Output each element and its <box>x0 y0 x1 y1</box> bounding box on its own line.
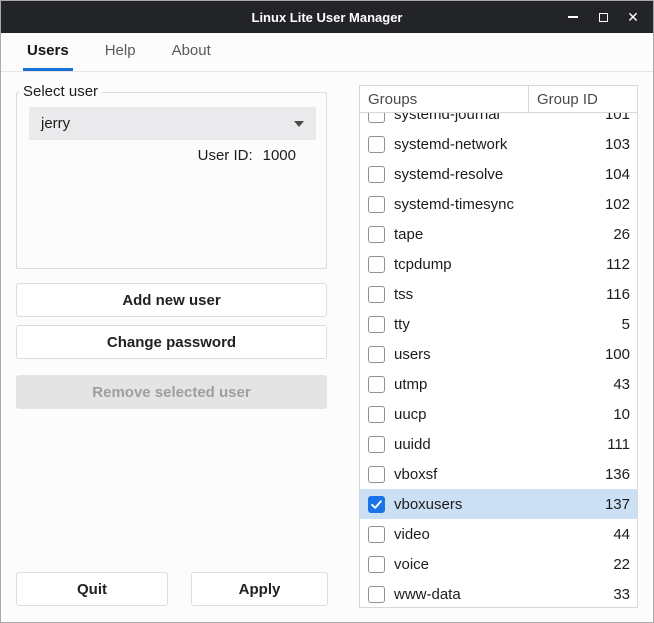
titlebar: Linux Lite User Manager ✕ <box>1 1 653 33</box>
group-name: systemd-timesync <box>394 196 587 213</box>
table-row[interactable]: tss116 <box>360 279 637 309</box>
table-row[interactable]: video44 <box>360 519 637 549</box>
table-row[interactable]: systemd-timesync102 <box>360 189 637 219</box>
table-row[interactable]: voice22 <box>360 549 637 579</box>
group-name: systemd-network <box>394 136 587 153</box>
checkbox-icon[interactable] <box>368 346 385 363</box>
group-id: 112 <box>587 256 637 273</box>
quit-button[interactable]: Quit <box>16 572 168 606</box>
checkbox-icon[interactable] <box>368 226 385 243</box>
table-row[interactable]: systemd-network103 <box>360 129 637 159</box>
select-user-legend: Select user <box>19 83 102 100</box>
group-id: 22 <box>587 556 637 573</box>
group-id: 137 <box>587 496 637 513</box>
table-row[interactable]: tcpdump112 <box>360 249 637 279</box>
group-id: 5 <box>587 316 637 333</box>
group-id: 10 <box>587 406 637 423</box>
checkbox-icon[interactable] <box>368 316 385 333</box>
select-user-groupbox: Select user jerry User ID:1000 <box>16 92 327 269</box>
change-password-button[interactable]: Change password <box>16 325 327 359</box>
checkbox-icon[interactable] <box>368 286 385 303</box>
checkbox-icon[interactable] <box>368 436 385 453</box>
checkbox-icon[interactable] <box>368 376 385 393</box>
group-name: systemd-resolve <box>394 166 587 183</box>
table-row[interactable]: www-data33 <box>360 579 637 608</box>
group-id: 116 <box>587 286 637 303</box>
group-name: tape <box>394 226 587 243</box>
table-row[interactable]: uucp10 <box>360 399 637 429</box>
close-icon: ✕ <box>627 10 639 24</box>
group-id: 26 <box>587 226 637 243</box>
table-row[interactable]: tty5 <box>360 309 637 339</box>
window-controls: ✕ <box>561 1 645 33</box>
group-name: vboxusers <box>394 496 587 513</box>
user-id-value: 1000 <box>263 147 296 164</box>
groups-table: Groups Group ID systemd-journal101system… <box>359 85 638 608</box>
column-header-groups[interactable]: Groups <box>360 86 529 112</box>
table-row[interactable]: vboxsf136 <box>360 459 637 489</box>
group-id: 44 <box>587 526 637 543</box>
group-name: video <box>394 526 587 543</box>
group-name: voice <box>394 556 587 573</box>
group-id: 136 <box>587 466 637 483</box>
group-name: www-data <box>394 586 587 603</box>
checkbox-icon[interactable] <box>368 556 385 573</box>
checkbox-icon[interactable] <box>368 136 385 153</box>
checkbox-icon[interactable] <box>368 196 385 213</box>
table-row[interactable]: tape26 <box>360 219 637 249</box>
maximize-icon <box>599 13 608 22</box>
minimize-icon <box>568 16 578 18</box>
group-name: tss <box>394 286 587 303</box>
user-select-value: jerry <box>41 115 70 132</box>
group-id: 33 <box>587 586 637 603</box>
user-id-line: User ID: 1000 <box>17 147 296 164</box>
group-id: 111 <box>587 436 637 453</box>
group-name: uucp <box>394 406 587 423</box>
tabbar: Users Help About <box>1 33 653 72</box>
chevron-down-icon <box>294 121 304 127</box>
window-title: Linux Lite User Manager <box>252 10 403 25</box>
user-manager-window: Linux Lite User Manager ✕ Users Help Abo… <box>0 0 654 623</box>
group-name: vboxsf <box>394 466 587 483</box>
table-row[interactable]: users100 <box>360 339 637 369</box>
tab-help[interactable]: Help <box>101 33 140 71</box>
table-row[interactable]: systemd-resolve104 <box>360 159 637 189</box>
user-id-label: User ID: <box>198 147 253 164</box>
groups-table-body: systemd-journal101systemd-network103syst… <box>360 99 637 608</box>
group-id: 102 <box>587 196 637 213</box>
group-id: 103 <box>587 136 637 153</box>
user-select-dropdown[interactable]: jerry <box>29 107 316 140</box>
group-id: 43 <box>587 376 637 393</box>
group-id: 100 <box>587 346 637 363</box>
remove-selected-user-button[interactable]: Remove selected user <box>16 375 327 409</box>
close-button[interactable]: ✕ <box>621 5 645 29</box>
apply-button[interactable]: Apply <box>191 572 328 606</box>
group-name: tcpdump <box>394 256 587 273</box>
checkbox-checked-icon[interactable] <box>368 496 385 513</box>
checkbox-icon[interactable] <box>368 466 385 483</box>
minimize-button[interactable] <box>561 5 585 29</box>
checkbox-icon[interactable] <box>368 406 385 423</box>
group-name: users <box>394 346 587 363</box>
tab-users[interactable]: Users <box>23 33 73 71</box>
group-id: 104 <box>587 166 637 183</box>
column-header-group-id[interactable]: Group ID <box>529 91 637 108</box>
groups-table-header: Groups Group ID <box>360 86 637 113</box>
table-row[interactable]: utmp43 <box>360 369 637 399</box>
table-row[interactable]: vboxusers137 <box>360 489 637 519</box>
checkbox-icon[interactable] <box>368 166 385 183</box>
group-name: tty <box>394 316 587 333</box>
group-name: utmp <box>394 376 587 393</box>
checkbox-icon[interactable] <box>368 526 385 543</box>
add-new-user-button[interactable]: Add new user <box>16 283 327 317</box>
group-name: uuidd <box>394 436 587 453</box>
checkbox-icon[interactable] <box>368 586 385 603</box>
checkbox-icon[interactable] <box>368 256 385 273</box>
maximize-button[interactable] <box>591 5 615 29</box>
tab-about[interactable]: About <box>168 33 215 71</box>
table-row[interactable]: uuidd111 <box>360 429 637 459</box>
